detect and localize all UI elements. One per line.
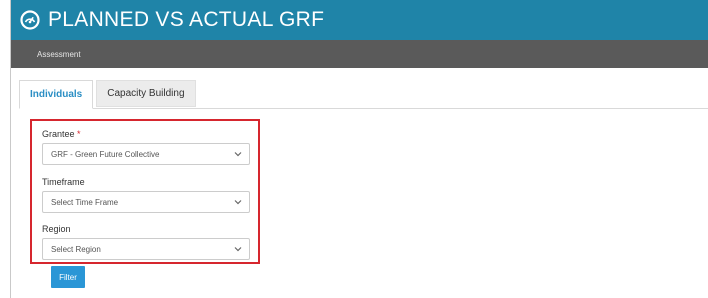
region-label: Region [42,224,71,234]
sub-navigation: Assessment [11,40,708,68]
grantee-label-text: Grantee [42,129,75,139]
filter-panel-highlight: Grantee * GRF - Green Future Collective … [30,119,260,264]
chevron-down-icon [233,149,243,159]
chevron-down-icon [233,197,243,207]
tab-label: Capacity Building [107,88,185,99]
tab-divider [19,108,708,109]
tab-bar: Individuals Capacity Building [19,80,196,109]
grantee-select[interactable]: GRF - Green Future Collective [42,143,250,165]
grantee-select-value: GRF - Green Future Collective [51,149,160,159]
required-marker: * [77,129,81,139]
filter-button[interactable]: Filter [51,266,85,288]
tab-individuals[interactable]: Individuals [19,80,94,109]
chevron-down-icon [233,244,243,254]
page-title: PLANNED VS ACTUAL GRF [48,8,325,31]
app-window: PLANNED VS ACTUAL GRF Assessment Individ… [10,0,708,298]
tab-capacity-building[interactable]: Capacity Building [96,80,196,107]
timeframe-select[interactable]: Select Time Frame [42,191,250,213]
timeframe-label: Timeframe [42,177,85,187]
region-select-value: Select Region [51,244,101,254]
timeframe-select-value: Select Time Frame [51,197,119,207]
grantee-label: Grantee * [42,129,81,139]
region-select[interactable]: Select Region [42,238,250,260]
nav-item-assessment[interactable]: Assessment [37,50,81,59]
page-header: PLANNED VS ACTUAL GRF [11,0,708,40]
main-content: Individuals Capacity Building Grantee * … [11,68,708,298]
dashboard-gauge-icon [19,9,41,31]
tab-label: Individuals [30,89,83,100]
